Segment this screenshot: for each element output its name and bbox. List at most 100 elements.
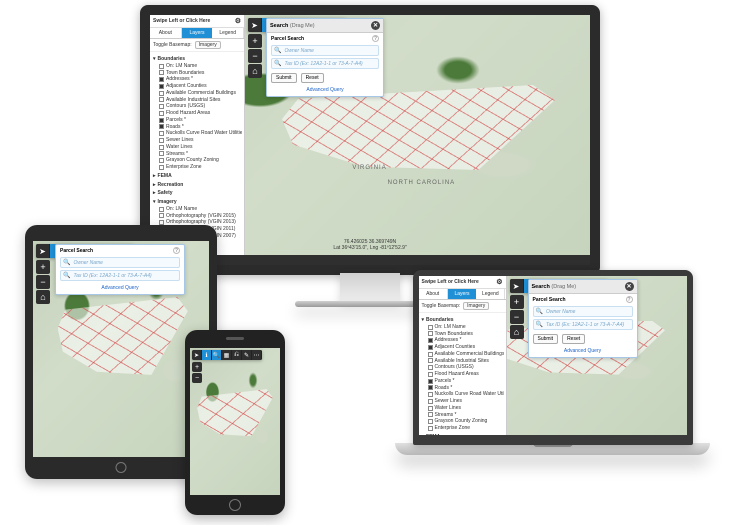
submit-button[interactable]: Submit [271,73,297,83]
layer-row[interactable]: Town Boundaries [159,70,242,77]
zoom-out-button[interactable]: − [36,275,50,289]
layer-row[interactable]: Streams * [159,151,242,158]
layer-row[interactable]: Roads * [159,124,242,131]
layer-row[interactable]: On: LM Name [159,63,242,70]
layer-checkbox[interactable] [428,352,433,357]
layer-row[interactable]: Adjacent Counties [428,344,504,351]
owner-name-input[interactable]: 🔍 Owner Name [60,257,180,268]
layer-checkbox[interactable] [428,399,433,404]
layer-checkbox[interactable] [159,138,164,143]
layer-checkbox[interactable] [428,338,433,343]
owner-name-input[interactable]: 🔍 Owner Name [533,306,633,317]
layer-row[interactable]: Adjacent Counties [159,83,242,90]
home-extent-button[interactable]: ⌂ [510,325,524,339]
advanced-query-link[interactable]: Advanced Query [56,283,184,294]
layer-row[interactable]: Roads * [428,385,504,392]
layer-row[interactable]: Available Industrial Sites [159,97,242,104]
layer-row[interactable]: Sewer Lines [428,398,504,405]
layer-checkbox[interactable] [159,111,164,116]
layer-group[interactable]: ▾Imagery [153,199,242,206]
layer-row[interactable]: Available Commercial Buildings [428,351,504,358]
layer-checkbox[interactable] [159,91,164,96]
layer-row[interactable]: Streams * [428,412,504,419]
layer-checkbox[interactable] [159,158,164,163]
layer-checkbox[interactable] [159,77,164,82]
help-icon[interactable]: ? [626,296,633,303]
layer-row[interactable]: Available Commercial Buildings [159,90,242,97]
layer-checkbox[interactable] [159,131,164,136]
layer-checkbox[interactable] [159,84,164,89]
layer-checkbox[interactable] [159,145,164,150]
advanced-query-link[interactable]: Advanced Query [267,85,383,96]
search-panel[interactable]: Search (Drag Me) ✕ Parcel Search ? 🔍 Own… [266,18,384,97]
zoom-out-button[interactable]: − [510,310,524,324]
layer-group[interactable]: ▸Safety [153,190,242,197]
layer-checkbox[interactable] [428,345,433,350]
layer-row[interactable]: Nuckolls Curve Road Water Utilities [428,391,504,398]
layer-row[interactable]: Water Lines [428,405,504,412]
layers-icon[interactable]: ▦ [222,350,232,360]
home-extent-button[interactable]: ⌂ [248,64,262,78]
search-panel[interactable]: Search (Drag Me) ✕ Parcel Search ? 🔍 Own… [528,279,638,358]
tab-legend[interactable]: Legend [476,289,505,299]
layer-checkbox[interactable] [428,372,433,377]
zoom-in-button[interactable]: + [510,295,524,309]
layer-row[interactable]: Contours (USGS) [428,364,504,371]
tax-id-input[interactable]: 🔍 Tax ID (Ex: 12A2-1-1 or 73-A-7-A4) [271,58,379,69]
layer-row[interactable]: Contours (USGS) [159,103,242,110]
layer-row[interactable]: Enterprise Zone [159,164,242,171]
search-panel[interactable]: Parcel Search ? 🔍 Owner Name 🔍 Tax ID (E… [55,244,185,295]
tablet-home-button[interactable] [116,462,127,473]
layer-row[interactable]: Addresses * [159,76,242,83]
pointer-icon[interactable]: ➤ [192,350,202,360]
layer-row[interactable]: Sewer Lines [159,137,242,144]
layer-checkbox[interactable] [159,124,164,129]
basemap-select[interactable]: Imagery [463,302,489,310]
layer-checkbox[interactable] [159,213,164,218]
draw-icon[interactable]: ✎ [242,350,252,360]
help-icon[interactable]: ? [173,247,180,254]
info-icon[interactable]: ℹ [202,350,212,360]
layer-row[interactable]: Parcels * [159,117,242,124]
close-icon[interactable]: ✕ [625,282,634,291]
search-header[interactable]: Search (Drag Me) ✕ [529,280,637,294]
layer-row[interactable]: On: LM Name [428,324,504,331]
layer-group[interactable]: ▸FEMA [153,173,242,180]
pointer-icon[interactable]: ➤ [36,244,50,258]
gear-icon[interactable]: ⚙ [496,278,502,286]
layer-checkbox[interactable] [428,358,433,363]
layer-row[interactable]: On: LM Name [159,206,242,213]
tab-legend[interactable]: Legend [212,28,244,38]
layer-checkbox[interactable] [428,325,433,330]
tab-layers[interactable]: Layers [182,28,213,38]
layer-checkbox[interactable] [159,97,164,102]
layer-checkbox[interactable] [159,165,164,170]
layer-checkbox[interactable] [428,392,433,397]
advanced-query-link[interactable]: Advanced Query [529,346,637,357]
layer-row[interactable]: Flood Hazard Areas [159,110,242,117]
gear-icon[interactable]: ⚙ [235,17,241,25]
submit-button[interactable]: Submit [533,334,559,344]
tax-id-input[interactable]: 🔍 Tax ID (Ex: 12A2-1-1 or 73-A-7-A4) [60,270,180,281]
layer-checkbox[interactable] [159,151,164,156]
layer-checkbox[interactable] [159,104,164,109]
layer-row[interactable]: Nuckolls Curve Road Water Utilities [159,130,242,137]
layer-checkbox[interactable] [428,419,433,424]
layer-group[interactable]: ▾Boundaries [153,56,242,63]
tax-id-input[interactable]: 🔍 Tax ID (Ex: 12A2-1-1 or 73-A-7-A4) [533,319,633,330]
layer-checkbox[interactable] [428,331,433,336]
layer-group[interactable]: ▸FEMA [422,434,504,435]
layer-row[interactable]: Orthophotography (VGIN 2015) [159,213,242,220]
owner-name-input[interactable]: 🔍 Owner Name [271,45,379,56]
sidebar-header[interactable]: Swipe Left or Click Here ⚙ [150,15,244,28]
layer-checkbox[interactable] [428,379,433,384]
more-icon[interactable]: ⋯ [252,350,262,360]
layer-checkbox[interactable] [159,118,164,123]
zoom-out-button[interactable]: − [192,373,202,383]
layer-row[interactable]: Available Industrial Sites [428,358,504,365]
tab-layers[interactable]: Layers [448,289,476,299]
search-icon[interactable]: 🔍 [212,350,222,360]
layer-group[interactable]: ▸Recreation [153,182,242,189]
layer-row[interactable]: Grayson County Zoning [159,157,242,164]
layer-checkbox[interactable] [159,64,164,69]
